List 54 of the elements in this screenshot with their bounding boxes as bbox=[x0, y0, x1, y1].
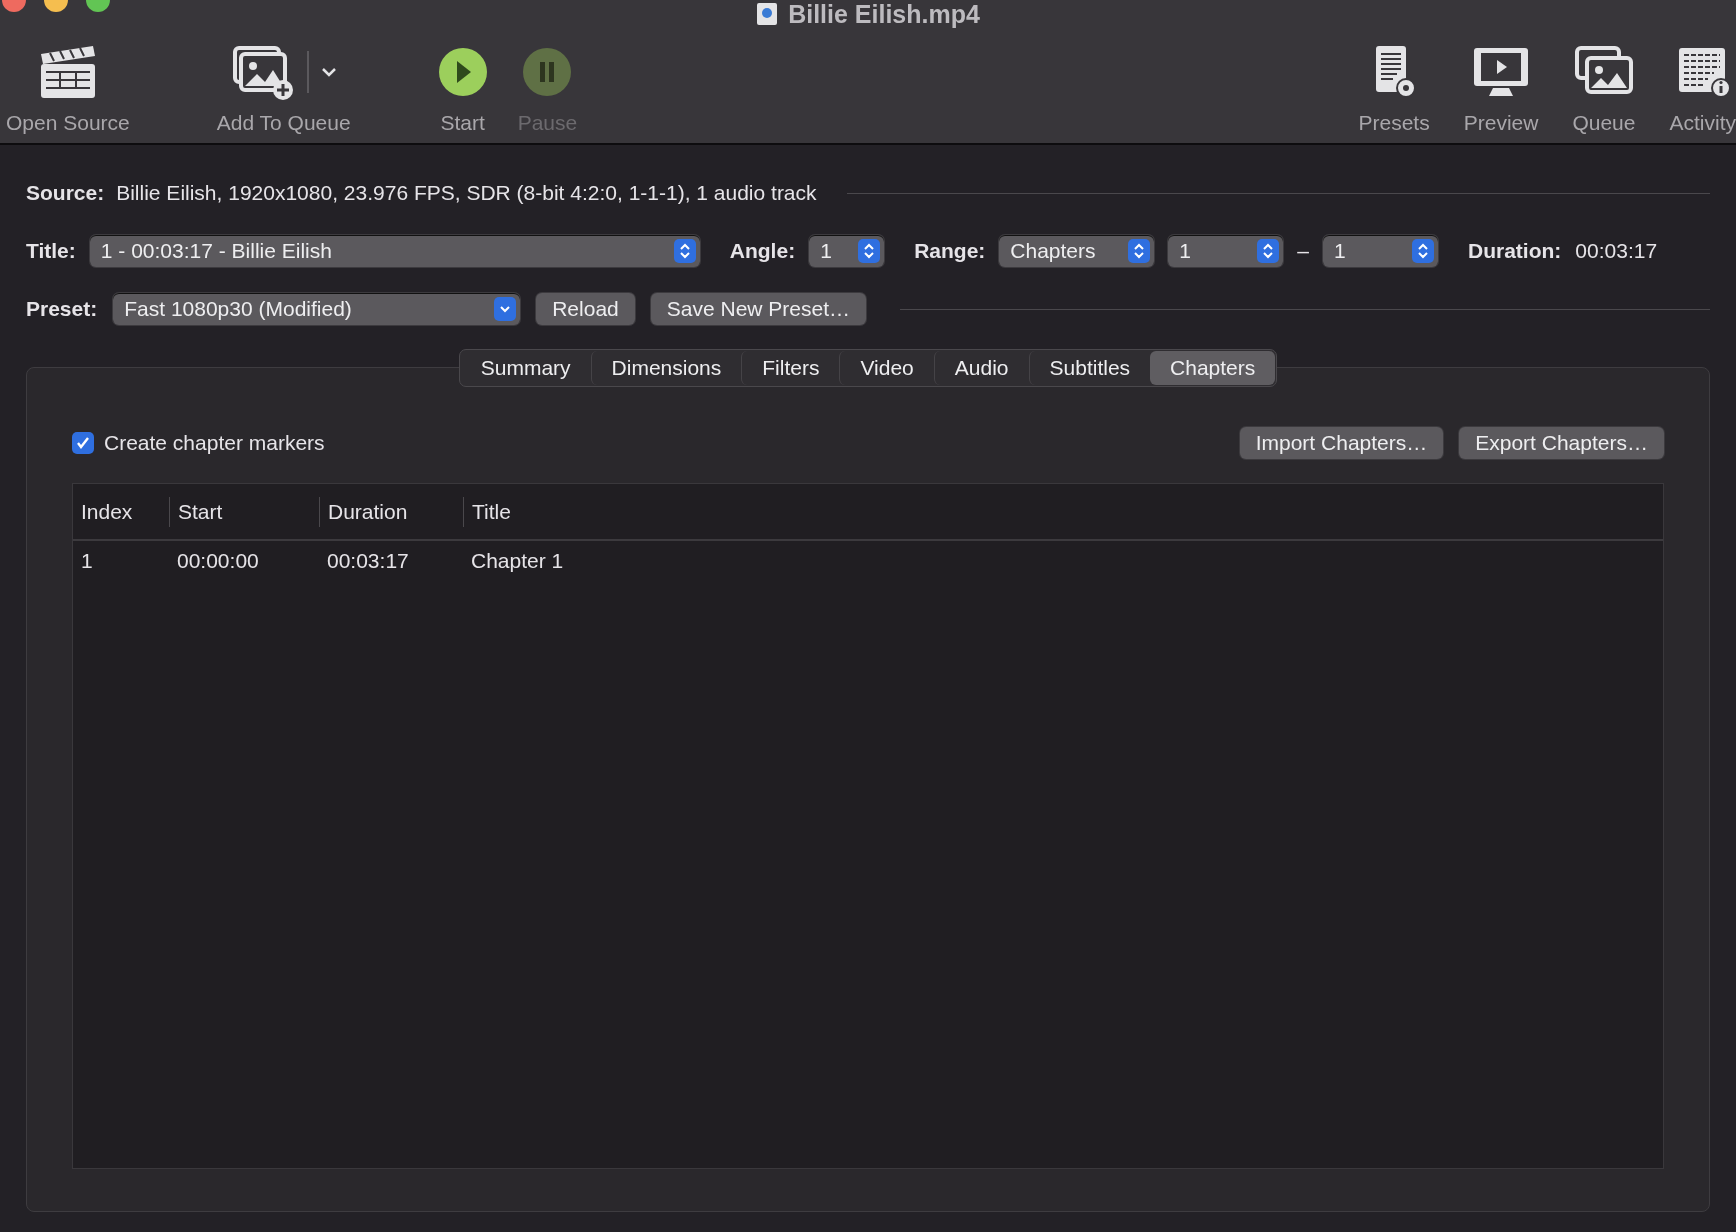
title-label: Title: bbox=[26, 239, 76, 263]
column-header[interactable]: Duration bbox=[319, 496, 463, 527]
chapters-button[interactable]: Export Chapters… bbox=[1459, 427, 1664, 459]
preset-button[interactable]: Save New Preset… bbox=[650, 293, 866, 325]
column-header[interactable]: Start bbox=[169, 496, 319, 527]
range-label: Range: bbox=[914, 239, 986, 263]
toolbar-button[interactable]: Queue bbox=[1572, 41, 1636, 135]
stepper-icon bbox=[1128, 239, 1151, 263]
range-separator: – bbox=[1297, 239, 1309, 263]
source-label: Source: bbox=[26, 181, 105, 205]
angle-label: Angle: bbox=[729, 239, 796, 263]
range-end-popup[interactable]: 1 bbox=[1323, 235, 1438, 267]
table-cell-text: 00:00:00 bbox=[176, 549, 260, 573]
toolbar-button[interactable]: Presets bbox=[1358, 41, 1430, 135]
checkmark-icon bbox=[75, 435, 91, 451]
stepper-icon bbox=[673, 239, 696, 263]
toolbar-button[interactable]: Start bbox=[437, 41, 488, 135]
table-cell-text: 1 bbox=[80, 549, 94, 573]
stepper-icon bbox=[858, 239, 881, 263]
column-header[interactable]: Title bbox=[463, 496, 1663, 527]
preset-label: Preset: bbox=[26, 297, 98, 321]
window-title: Billie Eilish.mp4 bbox=[788, 0, 980, 28]
preset-popup[interactable]: Fast 1080p30 (Modified) bbox=[113, 293, 521, 325]
tab[interactable]: Filters bbox=[741, 351, 840, 385]
tab[interactable]: Summary bbox=[460, 351, 591, 385]
tab[interactable]: Dimensions bbox=[590, 351, 742, 385]
pause-icon bbox=[522, 47, 573, 97]
chevron-down-icon bbox=[494, 297, 517, 321]
toolbar-button[interactable]: Preview bbox=[1463, 41, 1539, 135]
checkbox-label: Create chapter markers bbox=[104, 431, 325, 455]
toolbar-button[interactable]: Activity bbox=[1669, 41, 1736, 135]
chapters-button[interactable]: Import Chapters… bbox=[1239, 427, 1444, 459]
table-cell-text: 00:03:17 bbox=[326, 549, 410, 573]
toolbar-button[interactable]: Add To Queue bbox=[216, 41, 351, 135]
chevron-down-icon bbox=[320, 66, 337, 78]
column-header[interactable]: Index bbox=[73, 496, 169, 527]
document-icon bbox=[756, 2, 779, 26]
play-icon bbox=[437, 47, 488, 97]
range-popup[interactable]: Chapters bbox=[999, 235, 1155, 267]
stepper-icon bbox=[1412, 239, 1434, 263]
source-info: Billie Eilish, 1920x1080, 23.976 FPS, SDR (8-bit 4:2:0, 1-1-1), 1 audio track bbox=[116, 181, 817, 205]
tab[interactable]: Audio bbox=[933, 351, 1029, 385]
preset-button[interactable]: Reload bbox=[536, 293, 635, 325]
stepper-icon bbox=[1257, 239, 1280, 263]
checkbox[interactable] bbox=[72, 432, 94, 454]
tab[interactable]: Video bbox=[839, 351, 934, 385]
tab[interactable]: Chapters bbox=[1150, 351, 1276, 385]
title-popup[interactable]: 1 - 00:03:17 - Billie Eilish bbox=[89, 235, 700, 267]
duration-label: Duration: bbox=[1468, 239, 1562, 263]
range-start-popup[interactable]: 1 bbox=[1168, 235, 1284, 267]
toolbar-button[interactable]: Open Source bbox=[6, 41, 130, 135]
table-cell-text: Chapter 1 bbox=[470, 549, 565, 573]
duration-value: 00:03:17 bbox=[1575, 239, 1658, 263]
angle-popup[interactable]: 1 bbox=[809, 235, 885, 267]
